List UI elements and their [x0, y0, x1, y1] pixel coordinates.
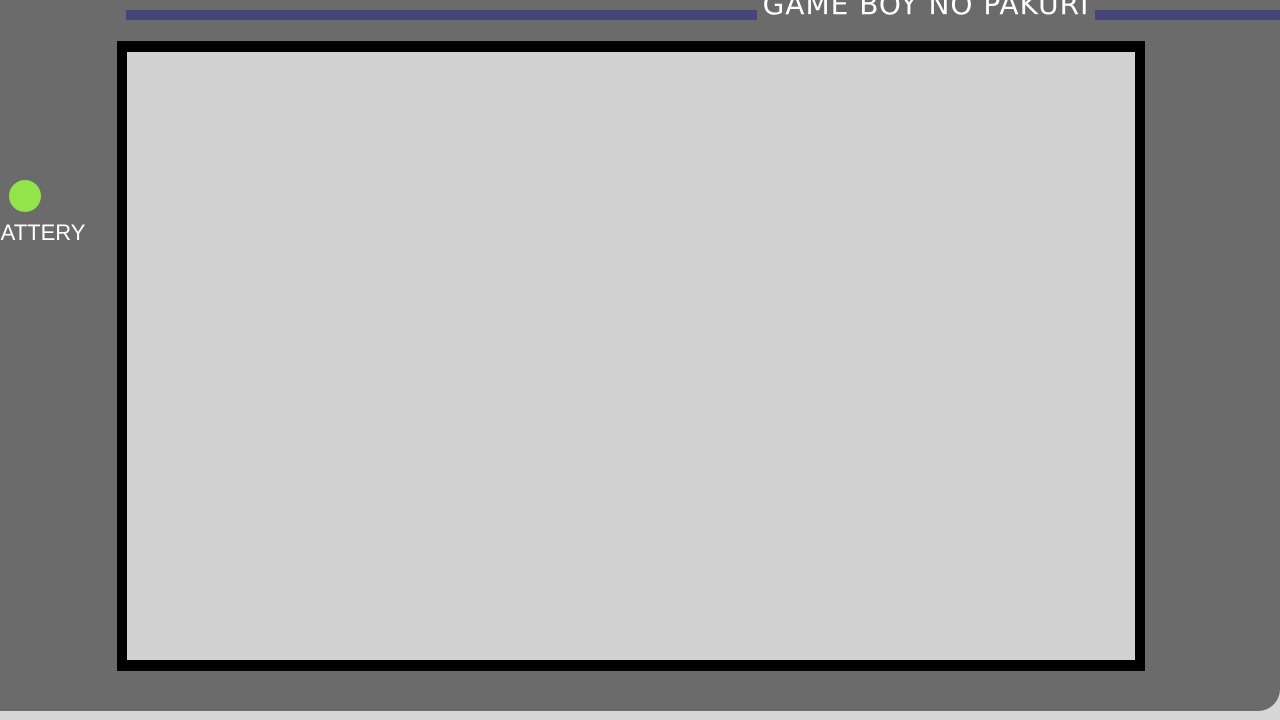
game-screen[interactable] [127, 52, 1135, 660]
brand-title: GAME BOY NO PAKURI [762, 0, 1090, 21]
battery-led-icon [9, 180, 41, 212]
top-stripe-left [126, 10, 757, 20]
screen-bezel [117, 41, 1145, 671]
top-stripe-right [1095, 10, 1280, 20]
battery-label: BATTERY [0, 220, 86, 245]
console-body: GAME BOY NO PAKURI BATTERY [0, 0, 1280, 711]
